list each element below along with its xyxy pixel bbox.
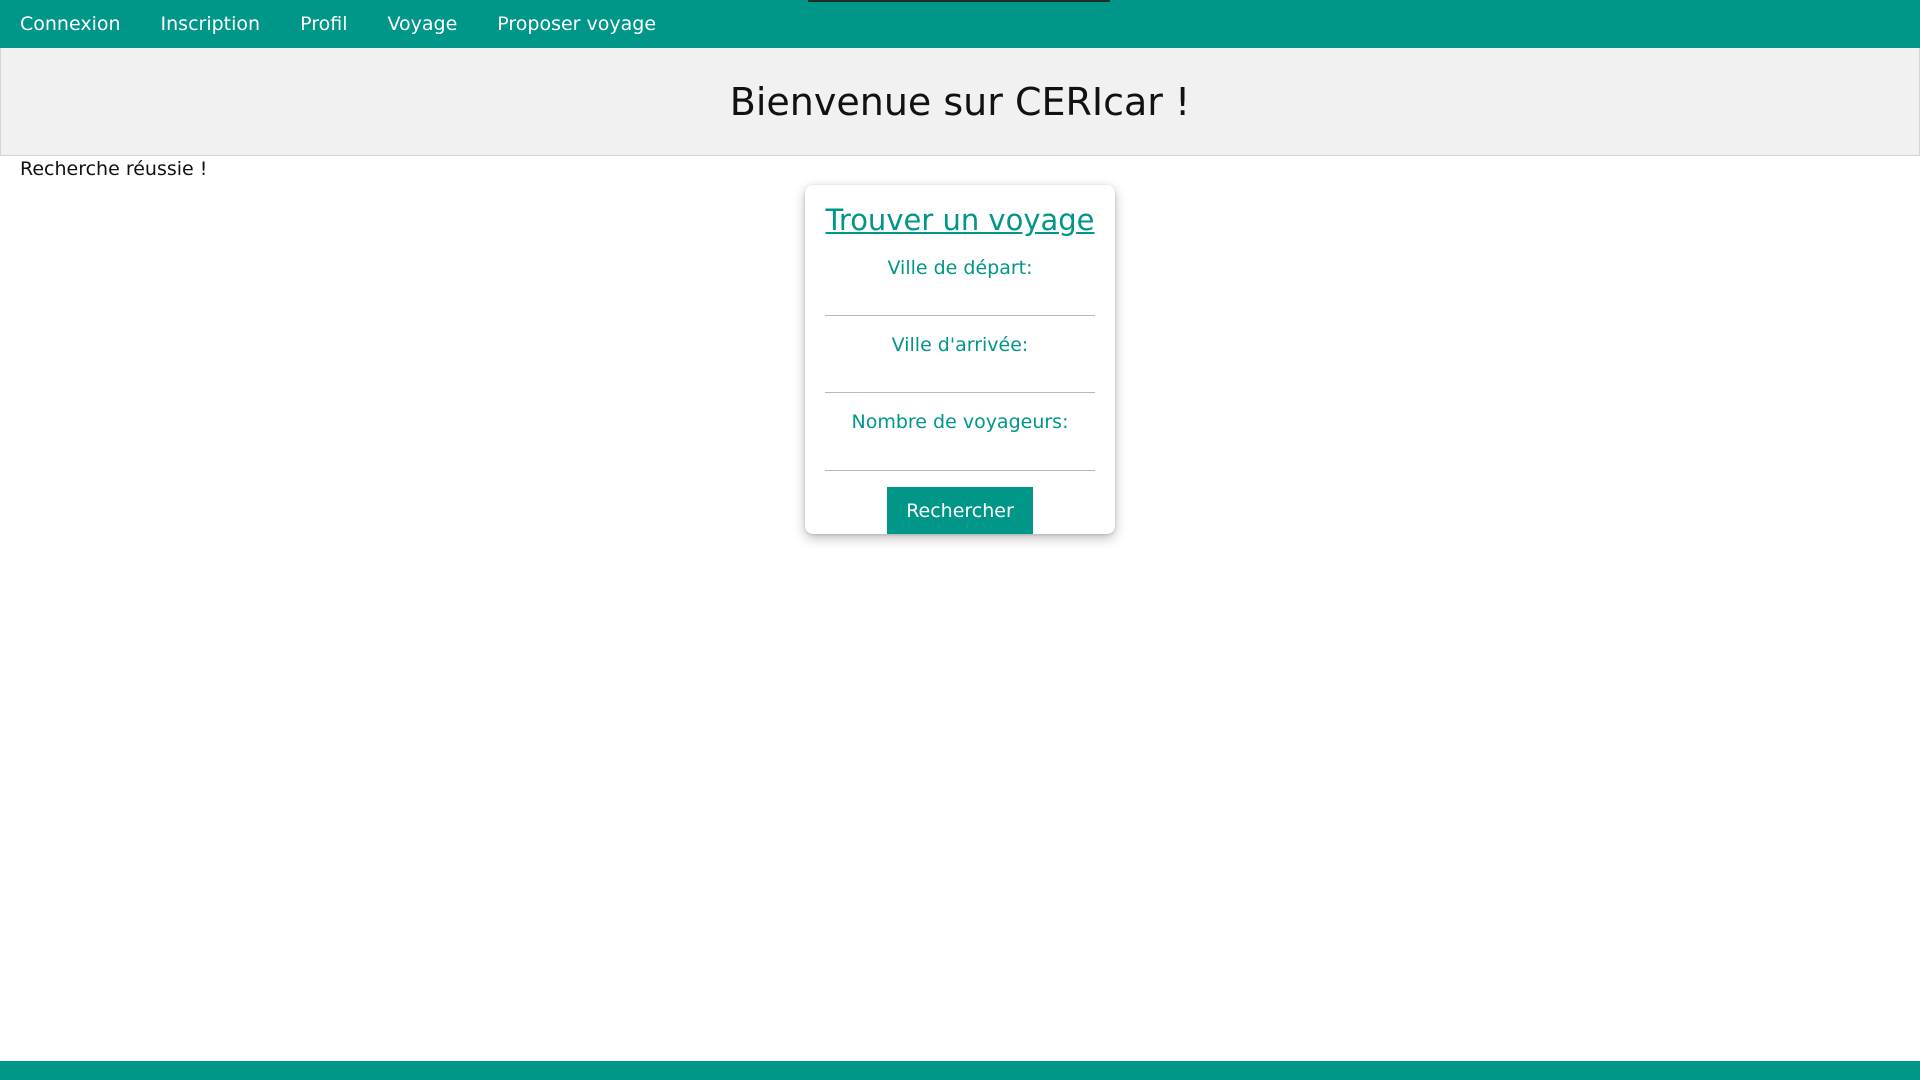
search-card: Trouver un voyage Ville de départ: Ville… <box>805 185 1115 534</box>
arrival-label: Ville d'arrivée: <box>891 334 1029 356</box>
search-button[interactable]: Rechercher <box>887 487 1033 534</box>
footer-bar <box>0 1061 1920 1080</box>
travelers-input[interactable] <box>825 441 1095 471</box>
page-title: Bienvenue sur CERIcar ! <box>729 79 1191 124</box>
departure-input[interactable] <box>825 286 1095 316</box>
top-strip-divider <box>808 0 1110 2</box>
nav-item-voyage[interactable]: Voyage <box>367 0 477 48</box>
travelers-label: Nombre de voyageurs: <box>851 411 1069 433</box>
arrival-input[interactable] <box>825 363 1095 393</box>
nav-item-proposer-voyage[interactable]: Proposer voyage <box>477 0 676 48</box>
search-card-title[interactable]: Trouver un voyage <box>805 203 1115 237</box>
nav-item-profil[interactable]: Profil <box>280 0 367 48</box>
flash-message: Recherche réussie ! <box>20 158 208 180</box>
nav-item-inscription[interactable]: Inscription <box>141 0 281 48</box>
welcome-banner: Bienvenue sur CERIcar ! <box>0 48 1920 156</box>
departure-label: Ville de départ: <box>887 257 1033 279</box>
nav-item-connexion[interactable]: Connexion <box>0 0 141 48</box>
top-navbar: Connexion Inscription Profil Voyage Prop… <box>0 0 1920 48</box>
